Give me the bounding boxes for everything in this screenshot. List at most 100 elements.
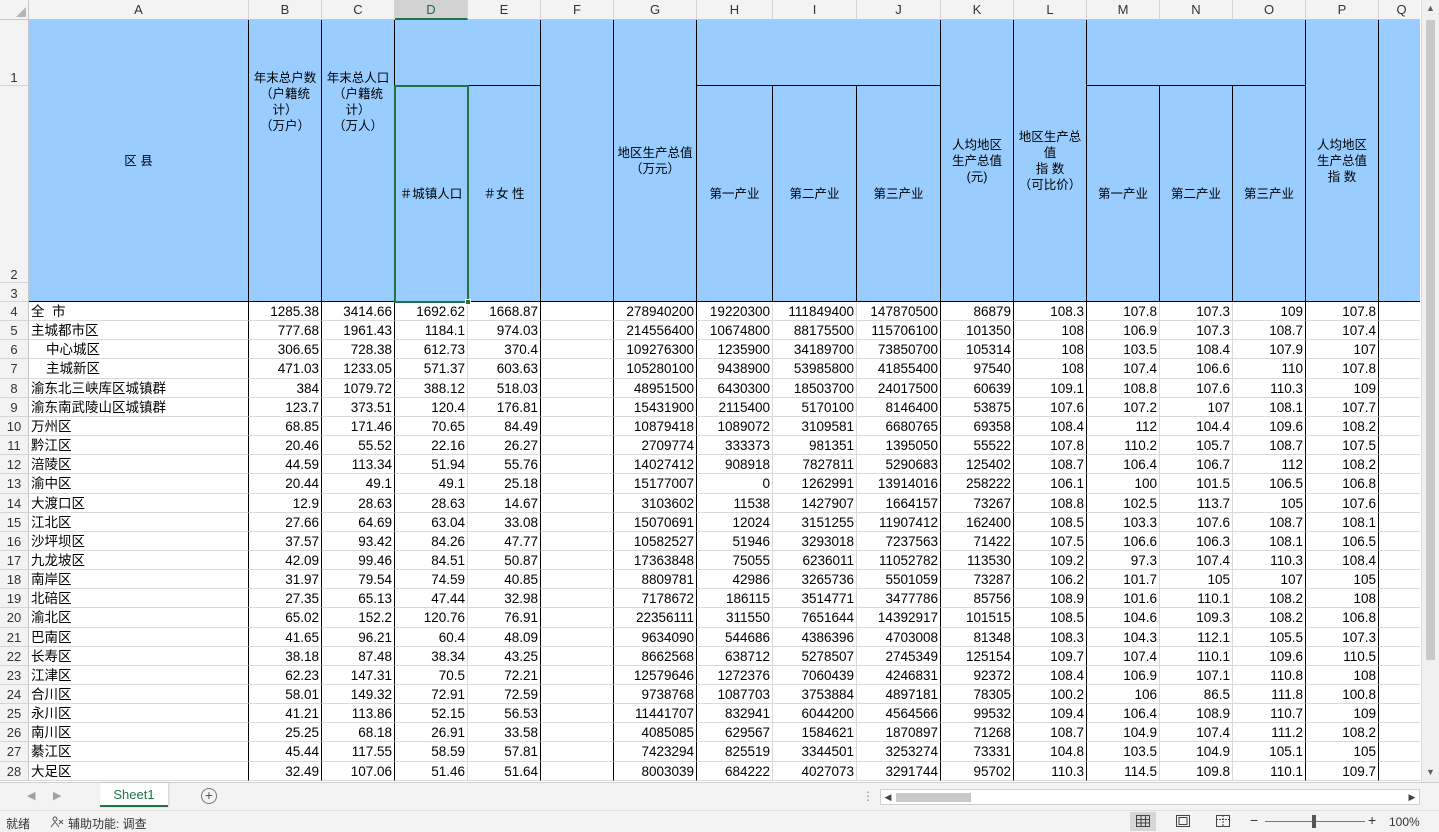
row-header-27[interactable]: 27 <box>0 742 29 762</box>
table-cell[interactable]: 107.3 <box>1306 628 1379 647</box>
table-cell[interactable] <box>541 589 614 608</box>
zoom-slider-thumb[interactable] <box>1312 815 1316 828</box>
table-cell[interactable]: 105 <box>1306 570 1379 589</box>
table-cell[interactable]: 55.76 <box>468 455 541 474</box>
table-cell[interactable] <box>541 570 614 589</box>
table-cell[interactable]: 110.1 <box>1160 589 1233 608</box>
table-cell[interactable]: 147.31 <box>322 666 395 685</box>
column-header-e[interactable]: E <box>468 0 541 20</box>
table-cell[interactable] <box>1379 340 1420 359</box>
table-cell[interactable]: 60639 <box>941 379 1014 398</box>
table-cell[interactable]: 825519 <box>697 742 773 762</box>
table-cell[interactable]: 53875 <box>941 398 1014 417</box>
spreadsheet-grid[interactable]: ABCDEFGHIJKLMNOPQ123区 县年末总户数 （户籍统 计） （万户… <box>0 0 1420 782</box>
cell-region-name[interactable]: 渝中区 <box>29 474 249 494</box>
column-header-k[interactable]: K <box>941 0 1014 20</box>
table-cell[interactable]: 112.1 <box>1160 628 1233 647</box>
table-cell[interactable]: 93.42 <box>322 532 395 551</box>
table-cell[interactable]: 8809781 <box>614 570 697 589</box>
table-cell[interactable]: 101350 <box>941 321 1014 340</box>
table-cell[interactable] <box>541 513 614 532</box>
table-cell[interactable]: 3414.66 <box>322 302 395 321</box>
table-cell[interactable]: 171.46 <box>322 417 395 436</box>
table-cell[interactable]: 18503700 <box>773 379 857 398</box>
cell-region-name[interactable]: 渝东北三峡库区城镇群 <box>29 379 249 398</box>
table-cell[interactable]: 44.59 <box>249 455 322 474</box>
table-cell[interactable]: 95702 <box>941 762 1014 781</box>
table-cell[interactable]: 99.46 <box>322 551 395 570</box>
table-cell[interactable]: 48951500 <box>614 379 697 398</box>
table-cell[interactable]: 311550 <box>697 608 773 628</box>
table-cell[interactable]: 684222 <box>697 762 773 781</box>
table-cell[interactable]: 49.1 <box>322 474 395 494</box>
column-header-n[interactable]: N <box>1160 0 1233 20</box>
table-cell[interactable]: 108.4 <box>1306 551 1379 570</box>
table-cell[interactable]: 108.5 <box>1014 513 1087 532</box>
table-cell[interactable]: 43.25 <box>468 647 541 666</box>
table-cell[interactable]: 101.5 <box>1160 474 1233 494</box>
cell-region-name[interactable]: 江北区 <box>29 513 249 532</box>
table-cell[interactable]: 11441707 <box>614 704 697 723</box>
table-cell[interactable]: 612.73 <box>395 340 468 359</box>
table-cell[interactable]: 120.4 <box>395 398 468 417</box>
table-cell[interactable]: 111849400 <box>773 302 857 321</box>
header-pop-group[interactable] <box>395 20 541 86</box>
table-cell[interactable]: 109276300 <box>614 340 697 359</box>
table-cell[interactable]: 7423294 <box>614 742 697 762</box>
table-cell[interactable]: 108.3 <box>1014 628 1087 647</box>
table-cell[interactable] <box>1379 379 1420 398</box>
table-cell[interactable]: 110.8 <box>1233 666 1306 685</box>
table-cell[interactable]: 107.8 <box>1306 302 1379 321</box>
cell-region-name[interactable]: 长寿区 <box>29 647 249 666</box>
table-cell[interactable] <box>1379 723 1420 742</box>
table-cell[interactable]: 108 <box>1014 340 1087 359</box>
table-cell[interactable]: 107 <box>1233 570 1306 589</box>
table-cell[interactable]: 104.8 <box>1014 742 1087 762</box>
table-cell[interactable]: 108.9 <box>1160 704 1233 723</box>
table-cell[interactable]: 33.58 <box>468 723 541 742</box>
table-cell[interactable]: 1668.87 <box>468 302 541 321</box>
table-cell[interactable]: 105.5 <box>1233 628 1306 647</box>
table-cell[interactable]: 638712 <box>697 647 773 666</box>
column-header-l[interactable]: L <box>1014 0 1087 20</box>
table-cell[interactable]: 214556400 <box>614 321 697 340</box>
table-cell[interactable]: 63.04 <box>395 513 468 532</box>
fill-handle[interactable] <box>465 299 471 305</box>
table-cell[interactable]: 113530 <box>941 551 1014 570</box>
table-cell[interactable]: 571.37 <box>395 359 468 379</box>
header-households[interactable]: 年末总户数 （户籍统 计） （万户） <box>249 20 322 302</box>
table-cell[interactable]: 278940200 <box>614 302 697 321</box>
table-cell[interactable]: 24017500 <box>857 379 941 398</box>
table-cell[interactable] <box>541 398 614 417</box>
table-cell[interactable]: 101515 <box>941 608 1014 628</box>
table-cell[interactable]: 97540 <box>941 359 1014 379</box>
table-cell[interactable] <box>1379 302 1420 321</box>
table-cell[interactable] <box>541 742 614 762</box>
table-cell[interactable]: 108.2 <box>1306 455 1379 474</box>
table-cell[interactable]: 117.55 <box>322 742 395 762</box>
table-cell[interactable]: 20.46 <box>249 436 322 455</box>
table-cell[interactable]: 518.03 <box>468 379 541 398</box>
table-cell[interactable]: 3753884 <box>773 685 857 704</box>
table-cell[interactable] <box>541 666 614 685</box>
table-cell[interactable] <box>1379 704 1420 723</box>
cell-region-name[interactable]: 九龙坡区 <box>29 551 249 570</box>
table-cell[interactable]: 105 <box>1306 742 1379 762</box>
splitter-handle-icon[interactable]: ⋮ <box>862 789 874 803</box>
table-cell[interactable]: 60.4 <box>395 628 468 647</box>
table-cell[interactable]: 110.1 <box>1233 762 1306 781</box>
table-cell[interactable]: 1692.62 <box>395 302 468 321</box>
table-cell[interactable]: 108.4 <box>1160 340 1233 359</box>
table-cell[interactable]: 4246831 <box>857 666 941 685</box>
table-cell[interactable]: 103.3 <box>1087 513 1160 532</box>
cell-region-name[interactable]: 北碚区 <box>29 589 249 608</box>
table-cell[interactable]: 108 <box>1306 666 1379 685</box>
column-header-g[interactable]: G <box>614 0 697 20</box>
table-cell[interactable]: 106 <box>1087 685 1160 704</box>
table-cell[interactable]: 64.69 <box>322 513 395 532</box>
table-cell[interactable] <box>541 647 614 666</box>
table-cell[interactable]: 112 <box>1087 417 1160 436</box>
scroll-left-arrow-icon[interactable]: ◀ <box>881 790 895 804</box>
select-all-corner[interactable] <box>0 0 29 20</box>
table-cell[interactable]: 11538 <box>697 494 773 513</box>
